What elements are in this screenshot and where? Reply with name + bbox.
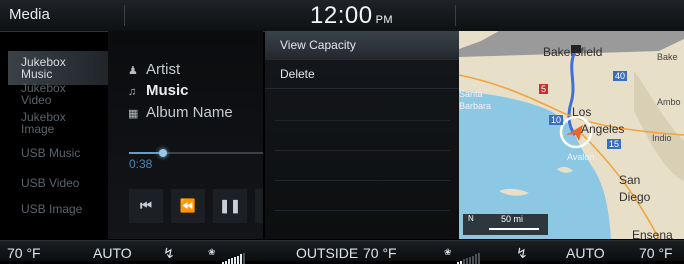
status-bar: Media 12:00PM [0,0,684,32]
fan-level-bar [231,258,233,264]
menu-divider [275,210,450,211]
rewind-icon: ⏪ [180,198,196,213]
map-label-bake: Bake [657,52,678,62]
right-airflow-icon[interactable]: ↯ [516,245,528,262]
elapsed-time: 0:38 [129,157,152,171]
source-sidebar: Jukebox Music Jukebox Video Jukebox Imag… [8,43,108,235]
map-label-bakersfield: Bakersfield [543,45,602,59]
sidebar-item-usb-music[interactable]: USB Music [8,147,108,159]
right-auto-mode[interactable]: AUTO [566,245,605,261]
highway-shield-15: 15 [607,139,621,149]
artist-row: ♟ Artist [128,61,180,78]
left-fan-icon[interactable]: ❀ [208,247,216,258]
previous-track-button[interactable]: ⏮ [129,189,163,223]
outside-temperature: 70 °F [363,245,397,261]
menu-divider [275,120,450,121]
status-divider [455,5,456,26]
menu-item-view-capacity[interactable]: View Capacity [265,31,459,60]
sidebar-item-jukebox-music[interactable]: Jukebox Music [8,51,108,85]
pause-button[interactable]: ❚❚ [213,189,247,223]
right-fan-level [457,246,481,264]
left-temperature[interactable]: 70 °F [7,245,41,261]
options-menu: View Capacity Delete [265,31,459,239]
source-title: Media [9,6,50,23]
music-note-icon: ♫ [128,86,142,98]
album-name: Album Name [146,104,233,121]
compass-north: N [468,214,474,223]
menu-item-delete[interactable]: Delete [265,60,459,89]
rewind-button[interactable]: ⏪ [171,189,205,223]
right-fan-icon[interactable]: ❀ [444,247,452,258]
map-label-diego: Diego [619,190,650,204]
clock-ampm: PM [376,14,394,26]
map-label-barbara: Barbara [459,101,491,111]
navigation-map[interactable]: Bakersfield Los Angeles Santa Barbara Sa… [459,31,684,239]
status-divider [124,5,125,26]
pause-icon: ❚❚ [219,198,241,213]
left-fan-level [222,246,246,264]
fan-level-bar [243,253,245,264]
fan-level-bar [463,259,465,264]
fan-level-bar [466,258,468,264]
fast-forward-button[interactable] [255,189,263,223]
sidebar-item-usb-image[interactable]: USB Image [8,203,108,215]
menu-divider [275,180,450,181]
highway-shield-5: 5 [539,84,548,94]
left-airflow-icon[interactable]: ↯ [163,245,175,262]
fan-level-bar [478,253,480,264]
map-label-ensena: Ensena [632,228,673,239]
clock-time: 12:00 [310,2,373,29]
fan-level-bar [475,254,477,264]
map-label-indio: Indio [652,133,672,143]
climate-bar: 70 °F AUTO ↯ ❀ OUTSIDE 70 °F ❀ ↯ AUTO 70… [0,240,684,261]
map-label-ambo: Ambo [657,97,681,107]
scale-distance: 50 mi [501,214,523,224]
map-label-angeles: Angeles [581,122,624,136]
left-auto-mode[interactable]: AUTO [93,245,132,261]
fan-level-bar [240,254,242,264]
sidebar-item-jukebox-image[interactable]: Jukebox Image [8,111,108,145]
map-scale: N 50 mi [463,214,548,235]
map-canvas [459,31,684,239]
map-label-san: San [619,173,640,187]
outside-label: OUTSIDE [296,245,358,261]
clock: 12:00PM [310,2,393,30]
title-row: ♫ Music [128,82,189,99]
highway-shield-10: 10 [549,115,563,125]
sidebar-item-usb-video[interactable]: USB Video [8,177,108,189]
track-title: Music [146,82,189,99]
highway-shield-40: 40 [613,71,627,81]
map-label-avalon: Avalon [567,152,594,162]
right-temperature[interactable]: 70 °F [639,245,673,261]
album-icon: ▦ [128,107,142,120]
menu-divider [275,150,450,151]
map-label-santa: Santa [459,89,483,99]
fan-level-bar [228,259,230,264]
artist-name: Artist [146,61,180,78]
progress-knob[interactable] [159,149,167,157]
skip-back-icon: ⏮ [140,198,152,213]
fan-level-bar [234,257,236,264]
person-icon: ♟ [128,64,142,77]
scale-bar [489,228,539,230]
player-panel: ♟ Artist ♫ Music ▦ Album Name 0:38 ⏮ ⏪ ❚❚ [108,31,263,239]
album-row: ▦ Album Name [128,104,233,121]
progress-bar[interactable] [129,152,263,154]
fan-level-bar [469,257,471,264]
progress-fill [129,152,163,154]
map-label-los: Los [572,105,591,119]
